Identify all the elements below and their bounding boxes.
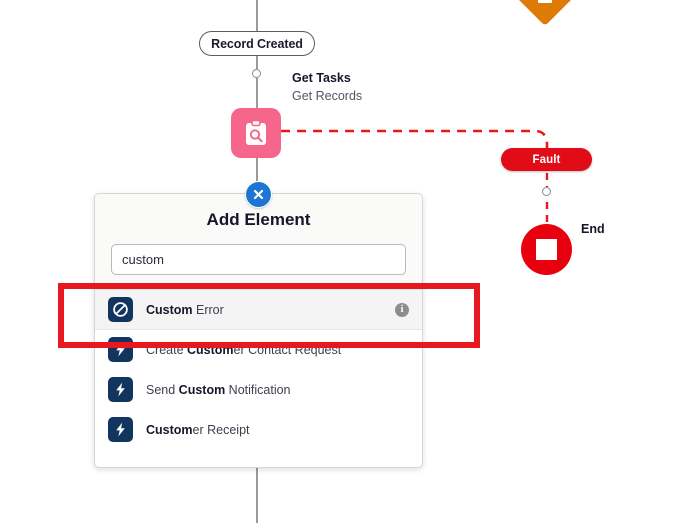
stop-square-icon [536,239,557,260]
list-item-customer-receipt[interactable]: Customer Receipt [95,410,422,450]
list-item-create-customer-contact-request[interactable]: Create Customer Contact Request [95,330,422,370]
list-item-rest: er Contact Request [233,342,342,357]
end-node-label: End [581,222,605,236]
list-item-prefix: Create [146,342,187,357]
list-item-match: Custom [146,422,193,437]
list-item-rest: Error [192,302,224,317]
connector-add-dot-1[interactable] [252,69,261,78]
list-item-prefix: Send [146,382,179,397]
element-search-input[interactable] [111,244,406,275]
lightning-bolt-icon [108,337,133,362]
list-item-match: Custom [178,382,226,397]
connector-line-below-panel [256,466,258,523]
connector-line-dot-to-element [256,78,258,108]
list-item-label: Customer Receipt [146,423,409,437]
list-item-match: Custom [187,342,234,357]
end-node[interactable] [521,224,572,275]
block-circle-icon [108,297,133,322]
decision-glyph [538,0,552,3]
list-item-label: Send Custom Notification [146,383,409,397]
list-item-match: Custom [146,302,193,317]
fault-branch-label: Fault [532,153,561,166]
list-item-send-custom-notification[interactable]: Send Custom Notification [95,370,422,410]
clipboard-search-icon [246,119,266,145]
close-icon [253,189,264,200]
flow-element-label: Get Tasks Get Records [292,69,362,105]
close-panel-button[interactable] [245,181,272,208]
flow-element-name: Get Tasks [292,71,351,85]
connector-add-dot-fault[interactable] [542,187,551,196]
decision-diamond-icon[interactable] [511,0,579,26]
connector-line-top [256,0,258,31]
search-wrapper [111,244,406,275]
add-element-panel: Add Element Custom Error i [94,193,423,468]
flow-canvas: Record Created Get Tasks Get Records Fau… [0,0,674,523]
list-item-label: Custom Error [146,303,395,317]
add-element-panel-header: Add Element [95,194,422,290]
info-icon[interactable]: i [395,302,409,317]
connector-line-start-to-dot [256,56,258,69]
list-item-custom-error[interactable]: Custom Error i [95,290,422,330]
list-item-label: Create Customer Contact Request [146,343,409,357]
start-node-label: Record Created [211,36,303,51]
list-item-rest: Notification [225,382,291,397]
flow-element-type: Get Records [292,89,363,104]
fault-branch-badge[interactable]: Fault [501,148,592,171]
element-results-list: Custom Error i Create Customer Contact R… [95,290,422,450]
lightning-bolt-icon [108,377,133,402]
start-node-record-created[interactable]: Record Created [199,31,315,56]
list-item-rest: er Receipt [192,422,250,437]
add-element-panel-title: Add Element [206,210,311,229]
lightning-bolt-icon [108,417,133,442]
